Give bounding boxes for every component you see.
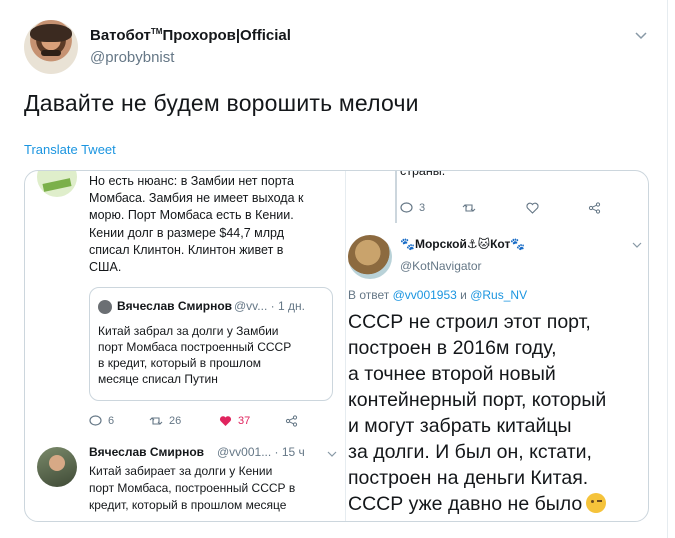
share-icon [588,202,601,214]
chevron-down-icon [632,242,642,248]
embedded-screenshot[interactable]: Но есть нюанс: в Замбии нет порта Момбас… [24,170,649,522]
winking-face-icon [586,493,607,513]
reply-count: 3 [419,202,426,214]
cat-tweet-body: СССР не строил этот порт, построен в 201… [348,311,607,515]
author-name[interactable]: ВатоботTMПрохоров|Official [90,27,291,44]
tweet-actions: 6 26 37 [89,415,339,431]
translate-tweet-link[interactable]: Translate Tweet [24,142,116,157]
retweet-icon [462,204,476,212]
reply-icon [400,202,413,213]
cat-tweet-text: СССР не строил этот порт, построен в 201… [348,309,648,517]
grass-avatar [37,171,77,197]
trademark-sign: TM [150,27,163,36]
reply-to-line: В ответ @vv001953 и @Rus_NV [348,288,527,302]
quoted-tweet: Вячеслав Смирнов @vv... · 1 дн. Китай за… [89,287,333,401]
second-author-name: Вячеслав Смирнов [89,445,205,459]
author-name-part-2: Прохоров|Official [162,27,291,44]
cut-off-text: страны. [400,170,446,178]
retweet-action: 26 [149,415,181,427]
reply-prefix: В ответ [348,288,393,302]
mustache-shape [41,50,61,56]
author-handle[interactable]: @probybnist [90,49,174,66]
reply-icon [89,415,102,426]
right-pane: страны. 3 🐾Морской⚓🐱Кот🐾 @KotNavigator В… [346,170,648,522]
quote-text: Китай забрал за долги у Замбии порт Момб… [98,324,292,386]
share-action [588,202,601,214]
quote-avatar [98,300,112,314]
chevron-down-icon[interactable] [634,28,648,42]
left-pane: Но есть нюанс: в Замбии нет порта Момбас… [25,171,345,521]
cut-off-timestamp [348,521,628,522]
quote-meta: @vv... · 1 дн. [234,299,305,313]
cat-avatar [348,235,392,279]
reply-conjunction: и [456,288,471,302]
retweet-action [462,202,476,214]
heart-outline-icon [526,202,539,214]
second-author-meta: @vv001... · 15 ч [217,445,305,459]
like-action: 37 [219,415,250,427]
retweet-icon [149,417,163,425]
reply-action: 6 [89,415,114,427]
second-author-avatar [37,447,77,487]
heart-icon [219,416,232,426]
share-action [285,415,298,427]
cat-author-name: 🐾Морской⚓🐱Кот🐾 [400,237,526,251]
author-avatar[interactable] [24,20,78,74]
mention-link: @Rus_NV [470,288,528,302]
retweet-count: 26 [169,415,182,427]
like-action [526,202,539,214]
thread-line [395,171,397,223]
page-right-border [667,0,668,538]
reply-text: Но есть нюанс: в Замбии нет порта Момбас… [89,174,304,275]
like-count: 37 [238,415,251,427]
author-name-part-1: Ватобот [90,27,151,44]
reply-count: 6 [108,415,115,427]
share-icon [285,415,298,427]
cat-author-handle: @KotNavigator [400,259,482,273]
second-tweet-text: Китай забирает за долги у Кении порт Мом… [89,464,296,512]
quote-author-name: Вячеслав Смирнов [117,299,233,313]
chevron-down-icon [327,451,337,457]
hat-shape [30,24,72,42]
reply-action: 3 [400,202,425,214]
tweet-text: Давайте не будем ворошить мелочи [24,90,419,116]
mention-link: @vv001953 [392,288,457,302]
